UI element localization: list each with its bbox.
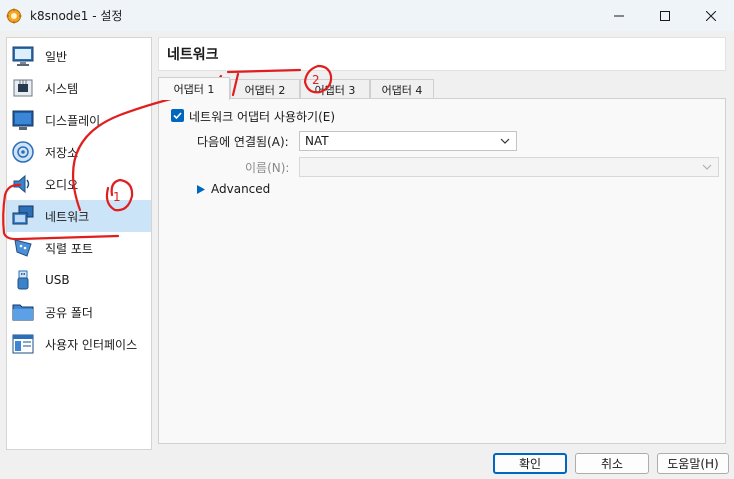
attached-to-value: NAT — [305, 134, 329, 148]
tab-adapter-2[interactable]: 어댑터 2 — [230, 79, 300, 99]
chevron-down-icon — [500, 138, 510, 144]
network-icon — [12, 205, 34, 225]
minimize-button[interactable] — [596, 0, 642, 31]
name-select[interactable] — [299, 157, 719, 177]
minimize-icon — [614, 15, 624, 16]
advanced-toggle[interactable]: Advanced — [211, 182, 270, 196]
user-interface-icon — [12, 334, 34, 354]
sidebar-item-shared-folders[interactable]: 공유 폴더 — [7, 296, 151, 328]
maximize-icon — [660, 10, 670, 21]
sidebar-item-general[interactable]: 일반 — [7, 40, 151, 72]
storage-disc-icon — [12, 141, 34, 163]
close-button[interactable] — [688, 0, 734, 31]
adapter-panel: 네트워크 어댑터 사용하기(E) 다음에 연결됨(A): NAT 이름(N): … — [158, 98, 726, 444]
shared-folder-icon — [12, 304, 34, 321]
tab-adapter-4[interactable]: 어댑터 4 — [370, 79, 434, 99]
help-button[interactable]: 도움말(H) — [657, 453, 729, 474]
serial-port-icon — [14, 239, 32, 257]
sidebar-item-audio[interactable]: 오디오 — [7, 168, 151, 200]
general-icon — [12, 46, 34, 66]
enable-adapter-checkbox[interactable] — [171, 109, 184, 122]
virtualbox-icon — [6, 8, 22, 23]
cancel-button[interactable]: 취소 — [575, 453, 649, 474]
window-title: k8snode1 - 설정 — [30, 9, 123, 23]
sidebar-item-usb[interactable]: USB — [7, 264, 151, 296]
sidebar-item-display[interactable]: 디스플레이 — [7, 104, 151, 136]
page-title: 네트워크 — [158, 37, 726, 71]
usb-icon — [17, 270, 29, 290]
sidebar-item-storage[interactable]: 저장소 — [7, 136, 151, 168]
title-bar: k8snode1 - 설정 — [0, 0, 734, 31]
enable-adapter-label: 네트워크 어댑터 사용하기(E) — [189, 110, 336, 124]
maximize-button[interactable] — [642, 0, 688, 31]
sidebar-item-user-interface[interactable]: 사용자 인터페이스 — [7, 328, 151, 360]
expand-triangle-icon[interactable] — [197, 185, 205, 194]
attached-to-select[interactable]: NAT — [299, 131, 517, 151]
sidebar-item-system[interactable]: 시스템 — [7, 72, 151, 104]
tab-adapter-3[interactable]: 어댑터 3 — [300, 79, 370, 99]
ok-button[interactable]: 확인 — [493, 453, 567, 474]
name-label: 이름(N): — [245, 161, 290, 175]
sidebar-item-serial-port[interactable]: 직렬 포트 — [7, 232, 151, 264]
sidebar-item-network[interactable]: 네트워크 — [7, 200, 151, 232]
tab-adapter-1[interactable]: 어댑터 1 — [158, 77, 230, 100]
chevron-down-icon — [702, 164, 712, 170]
audio-speaker-icon — [13, 174, 30, 194]
settings-sidebar: 일반 시스템 디스플레이 저장소 오디오 네트워크 직렬 포트 USB 공유 폴… — [6, 37, 152, 450]
system-chip-icon — [13, 79, 33, 97]
attached-to-label: 다음에 연결됨(A): — [197, 135, 289, 149]
close-icon — [706, 10, 716, 21]
display-monitor-icon — [12, 110, 34, 130]
checkmark-icon — [173, 112, 182, 120]
